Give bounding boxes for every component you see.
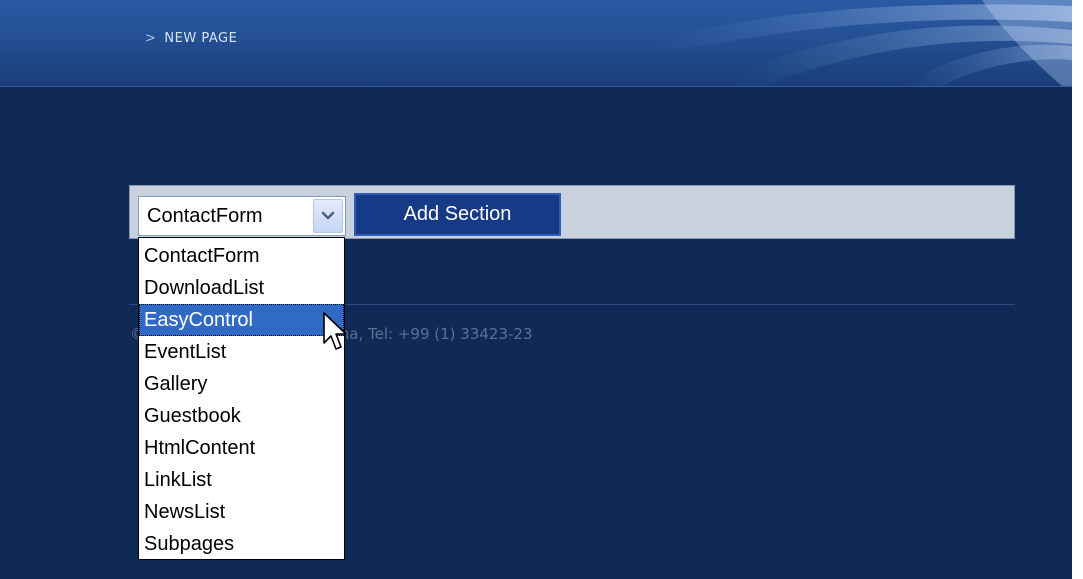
header-swirl-decoration bbox=[652, 0, 1072, 86]
dropdown-option-subpages[interactable]: Subpages bbox=[139, 528, 344, 560]
breadcrumb-arrow-icon: > bbox=[145, 31, 157, 46]
section-type-select[interactable]: ContactForm bbox=[138, 196, 346, 236]
dropdown-option-contactform[interactable]: ContactForm bbox=[139, 240, 344, 272]
page-background: > NEW PAGE ContactForm Add Section © ern… bbox=[0, 0, 1072, 579]
breadcrumb: > NEW PAGE bbox=[145, 31, 237, 46]
dropdown-option-guestbook[interactable]: Guestbook bbox=[139, 400, 344, 432]
dropdown-option-htmlcontent[interactable]: HtmlContent bbox=[139, 432, 344, 464]
select-current-value: ContactForm bbox=[147, 205, 263, 227]
dropdown-option-downloadlist[interactable]: DownloadList bbox=[139, 272, 344, 304]
breadcrumb-label[interactable]: NEW PAGE bbox=[164, 31, 237, 46]
chevron-down-icon[interactable] bbox=[313, 199, 343, 233]
dropdown-option-easycontrol[interactable]: EasyControl bbox=[139, 304, 344, 336]
section-type-dropdown-list[interactable]: ContactForm DownloadList EasyControl Eve… bbox=[138, 237, 345, 560]
header-banner: > NEW PAGE bbox=[0, 0, 1072, 87]
dropdown-option-gallery[interactable]: Gallery bbox=[139, 368, 344, 400]
dropdown-option-linklist[interactable]: LinkList bbox=[139, 464, 344, 496]
dropdown-option-newslist[interactable]: NewsList bbox=[139, 496, 344, 528]
right-edge-strip bbox=[1072, 0, 1083, 579]
dropdown-option-eventlist[interactable]: EventList bbox=[139, 336, 344, 368]
mouse-pointer-icon bbox=[323, 312, 347, 350]
add-section-button[interactable]: Add Section bbox=[354, 193, 561, 236]
